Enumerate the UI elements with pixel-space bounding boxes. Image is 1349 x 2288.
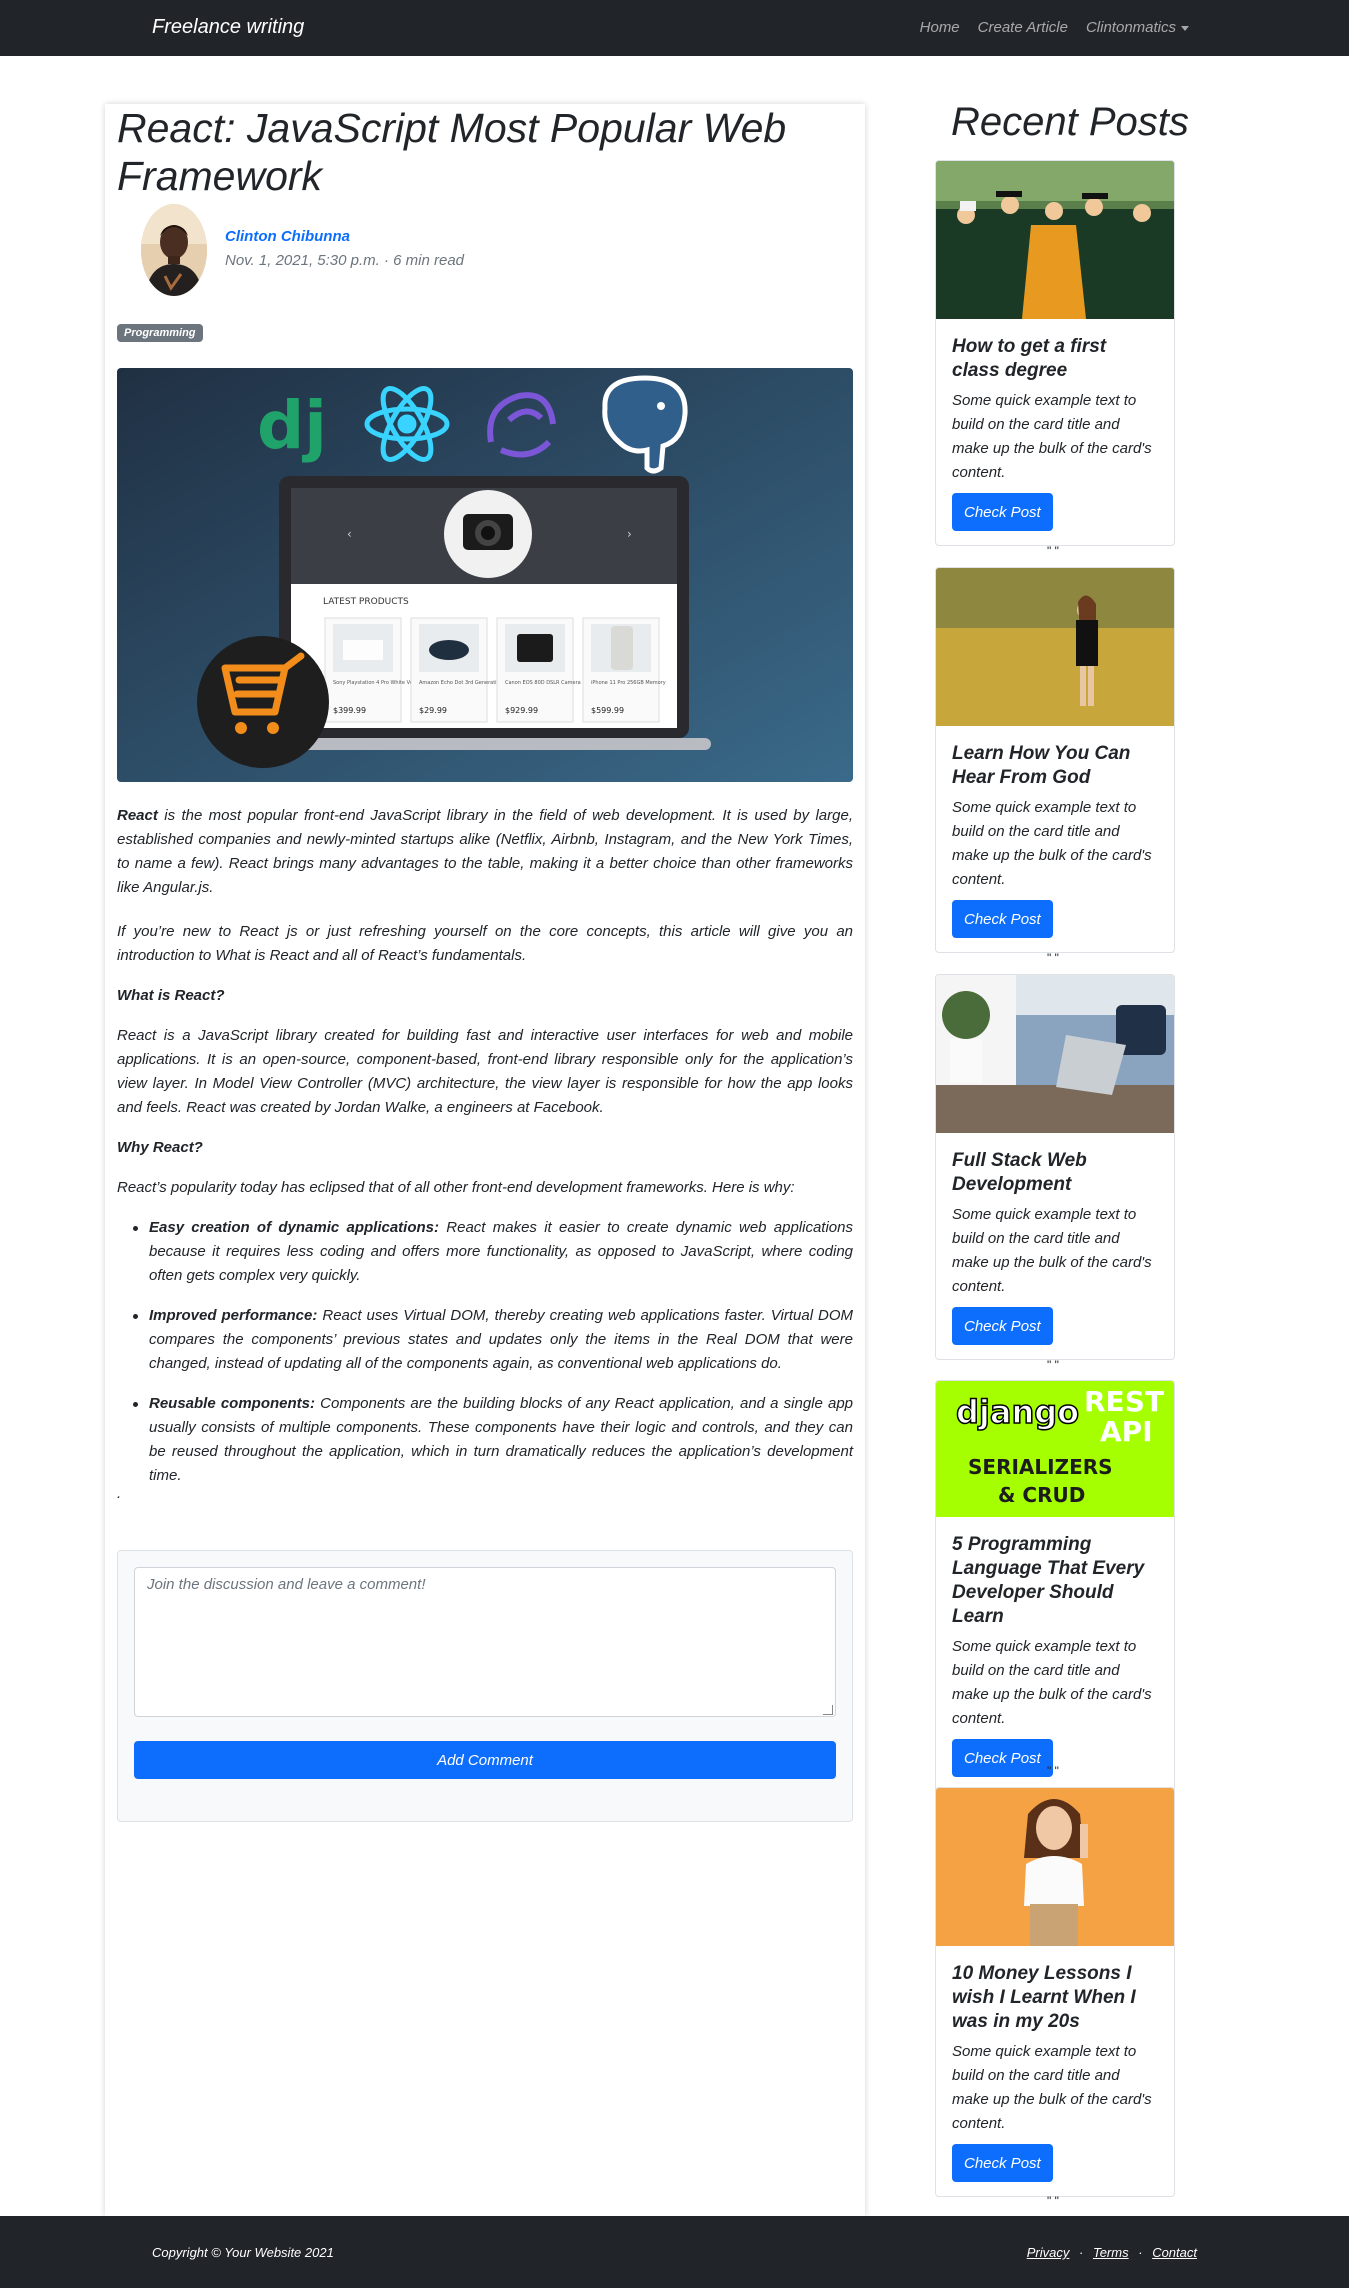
- nav-links: Home Create Article Clintonmatics: [920, 19, 1189, 36]
- django-banner: django REST API SERIALIZERS & CRUD: [936, 1381, 1174, 1517]
- footer-separator: ·: [1078, 2245, 1084, 2260]
- bullet-icon: [133, 1226, 138, 1231]
- post-card: 10 Money Lessons I wish I Learnt When I …: [935, 1787, 1175, 2197]
- post-card: Learn How You Can Hear From God Some qui…: [935, 567, 1175, 953]
- footer: Copyright © Your Website 2021 Privacy · …: [0, 2216, 1349, 2288]
- separator-text: " ": [1047, 951, 1059, 965]
- list-item-lead: Easy creation of dynamic applications:: [149, 1219, 440, 1236]
- nav-user-label: Clintonmatics: [1085, 19, 1176, 36]
- footer-separator: ·: [1138, 2245, 1143, 2260]
- check-post-button[interactable]: Check Post: [952, 1307, 1053, 1345]
- check-post-button[interactable]: Check Post: [952, 2144, 1053, 2182]
- graduation-image: [936, 161, 1174, 319]
- author-link[interactable]: Clinton Chibunna: [225, 228, 350, 245]
- intro-rest: is the most popular front-end JavaScript…: [117, 807, 853, 896]
- footer-link-privacy[interactable]: Privacy: [1027, 2245, 1070, 2260]
- separator-text: " ": [1047, 1764, 1059, 1778]
- list-item-lead: Reusable components:: [149, 1395, 316, 1412]
- card-text: Some quick example text to build on the …: [952, 1206, 1152, 1295]
- svg-text:›: ›: [627, 527, 632, 541]
- article-meta: Nov. 1, 2021, 5:30 p.m. · 6 min read: [225, 252, 465, 269]
- card-title: 5 Programming Language That Every Develo…: [952, 1534, 1145, 1627]
- product-price: $599.99: [591, 706, 624, 715]
- heading-what-is-react: What is React?: [117, 987, 225, 1004]
- laptop-image: [936, 975, 1174, 1133]
- list-item-lead: Improved performance:: [149, 1307, 318, 1324]
- card-title: Learn How You Can Hear From God: [952, 743, 1131, 788]
- add-comment-button[interactable]: Add Comment: [134, 1741, 836, 1779]
- product-name: Amazon Echo Dot 3rd Generation: [419, 680, 503, 686]
- product-price: $399.99: [333, 706, 366, 715]
- nav-home[interactable]: Home: [920, 19, 960, 36]
- nav-user-dropdown[interactable]: Clintonmatics: [1086, 19, 1189, 36]
- card-text: Some quick example text to build on the …: [952, 392, 1152, 481]
- post-card: How to get a first class degree Some qui…: [935, 160, 1175, 546]
- paragraph-intro: React is the most popular front-end Java…: [117, 804, 853, 900]
- paragraph-4: React’s popularity today has eclipsed th…: [117, 1179, 795, 1196]
- product-price: $929.99: [505, 706, 538, 715]
- check-post-button[interactable]: Check Post: [952, 493, 1053, 531]
- separator-text: " ": [1047, 544, 1059, 558]
- check-post-button[interactable]: Check Post: [952, 900, 1053, 938]
- footer-links: Privacy · Terms · Contact: [1027, 2245, 1197, 2260]
- list-item: Improved performance: React uses Virtual…: [117, 1304, 853, 1376]
- woman-image: [936, 1788, 1174, 1946]
- separator-text: " ": [1047, 2194, 1059, 2208]
- comment-form: Add Comment: [117, 1550, 853, 1822]
- product-price: $29.99: [419, 706, 447, 715]
- nav-create-article[interactable]: Create Article: [978, 19, 1068, 36]
- django-rest: REST: [1084, 1385, 1164, 1418]
- card-title: Full Stack Web Development: [952, 1150, 1087, 1195]
- trailing-dot: .: [117, 1485, 122, 1502]
- card-text: Some quick example text to build on the …: [952, 2043, 1152, 2132]
- hero-section-label: LATEST PRODUCTS: [323, 597, 409, 607]
- django-brand: django: [955, 1392, 1080, 1432]
- article-card: React: JavaScript Most Popular Web Frame…: [105, 104, 865, 2216]
- recent-posts-title: Recent Posts: [951, 100, 1189, 144]
- brand-link[interactable]: Freelance writing: [152, 16, 304, 39]
- hero-image: dj ‹ › LATEST PRODUCTS Sony Playstation …: [117, 368, 853, 782]
- django-line1: SERIALIZERS: [968, 1455, 1113, 1479]
- product-name: iPhone 11 Pro 256GB Memory: [591, 680, 666, 686]
- svg-text:‹: ‹: [347, 527, 352, 541]
- card-title: How to get a first class degree: [952, 336, 1107, 381]
- list-item: Easy creation of dynamic applications: R…: [117, 1216, 853, 1288]
- intro-lead: React: [117, 807, 158, 824]
- post-card: Full Stack Web Development Some quick ex…: [935, 974, 1175, 1360]
- category-badge: Programming: [117, 324, 203, 342]
- django-api: API: [1100, 1415, 1153, 1448]
- heading-why-react: Why React?: [117, 1139, 203, 1156]
- product-name: Canon EOS 80D DSLR Camera: [505, 680, 581, 686]
- resize-handle-icon[interactable]: [823, 1705, 833, 1715]
- card-text: Some quick example text to build on the …: [952, 1638, 1152, 1727]
- reasons-list: Easy creation of dynamic applications: R…: [117, 1216, 853, 1504]
- avatar: [141, 204, 207, 296]
- footer-link-contact[interactable]: Contact: [1152, 2245, 1197, 2260]
- svg-text:dj: dj: [257, 387, 327, 464]
- comment-input[interactable]: [134, 1567, 836, 1717]
- copyright-text: Copyright © Your Website 2021: [152, 2245, 334, 2260]
- field-image: [936, 568, 1174, 726]
- footer-link-terms[interactable]: Terms: [1093, 2245, 1129, 2260]
- paragraph-3: React is a JavaScript library created fo…: [117, 1027, 853, 1116]
- chevron-down-icon: [1181, 25, 1189, 31]
- bullet-icon: [133, 1314, 138, 1319]
- navbar: Freelance writing Home Create Article Cl…: [0, 0, 1349, 56]
- card-title: 10 Money Lessons I wish I Learnt When I …: [952, 1963, 1136, 2032]
- separator-text: " ": [1047, 1358, 1059, 1372]
- check-post-button[interactable]: Check Post: [952, 1739, 1053, 1777]
- list-item: Reusable components: Components are the …: [117, 1392, 853, 1488]
- post-card: django REST API SERIALIZERS & CRUD 5 Pro…: [935, 1380, 1175, 1792]
- django-line2: & CRUD: [998, 1483, 1086, 1507]
- paragraph-2: If you’re new to React js or just refres…: [117, 923, 853, 964]
- article-title: React: JavaScript Most Popular Web Frame…: [117, 105, 787, 199]
- card-text: Some quick example text to build on the …: [952, 799, 1152, 888]
- bullet-icon: [133, 1402, 138, 1407]
